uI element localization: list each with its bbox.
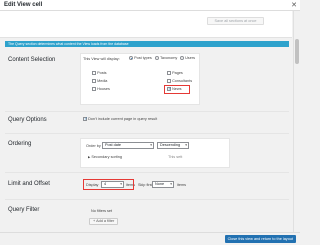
dialog-footer: Close this view and return to the layout xyxy=(0,232,300,245)
dialog-title: Edit View cell xyxy=(4,2,43,8)
mode-users[interactable]: Users xyxy=(180,56,195,60)
scrollbar[interactable] xyxy=(293,11,300,232)
news-highlight xyxy=(164,85,190,94)
checkbox-consultants[interactable] xyxy=(167,79,171,83)
items-label-2: items xyxy=(177,183,187,187)
post-type-consultants[interactable]: Consultants xyxy=(167,79,192,83)
plus-icon: + xyxy=(93,219,96,223)
post-type-media[interactable]: Media xyxy=(92,79,107,83)
query-options-label: Query Options xyxy=(8,117,47,123)
divider xyxy=(5,199,289,200)
checkbox-media[interactable] xyxy=(92,79,96,83)
chevron-down-icon: ▾ xyxy=(170,182,172,186)
radio-post-types[interactable] xyxy=(129,56,133,60)
save-all-button[interactable]: Save all sections at once xyxy=(207,17,264,25)
ordering-hint: This sett xyxy=(168,155,183,159)
skip-count-select[interactable]: None ▾ xyxy=(152,181,174,188)
order-direction-select[interactable]: Descending ▾ xyxy=(157,142,189,149)
close-icon[interactable]: ✕ xyxy=(291,1,297,9)
mode-post-types[interactable]: Post types xyxy=(129,56,152,60)
top-toolbar: Save all sections at once xyxy=(0,11,292,38)
display-label: This View will display: xyxy=(83,57,120,61)
divider xyxy=(5,111,289,112)
order-field-select[interactable]: Post date ▾ xyxy=(102,142,154,149)
checkbox-exclude-current[interactable] xyxy=(83,116,88,122)
chevron-down-icon: ▾ xyxy=(150,143,152,147)
scrollbar-thumb[interactable] xyxy=(295,39,299,64)
radio-taxonomy[interactable] xyxy=(155,56,159,60)
post-type-pages[interactable]: Pages xyxy=(167,71,183,75)
post-type-posts[interactable]: Posts xyxy=(92,71,107,75)
no-filters-text: No filters set xyxy=(91,209,113,213)
triangle-right-icon: ▶ xyxy=(88,155,91,159)
post-type-houses[interactable]: Houses xyxy=(92,87,110,91)
skip-first-label: Skip first xyxy=(138,183,153,187)
divider xyxy=(5,172,289,173)
ordering-label: Ordering xyxy=(8,141,32,147)
radio-users[interactable] xyxy=(180,56,184,60)
content-selection-label: Content Selection xyxy=(8,57,56,63)
checkbox-posts[interactable] xyxy=(92,71,96,75)
divider xyxy=(5,133,289,134)
add-filter-button[interactable]: + Add a filter xyxy=(89,218,119,225)
close-and-return-button[interactable]: Close this view and return to the layout xyxy=(224,235,296,243)
query-filter-label: Query Filter xyxy=(8,207,40,213)
exclude-current-option[interactable]: Don't include current page in query resu… xyxy=(83,116,157,122)
mode-taxonomy[interactable]: Taxonomy xyxy=(155,56,177,60)
dialog-titlebar: Edit View cell ✕ xyxy=(0,0,300,11)
limit-offset-label: Limit and Offset xyxy=(8,181,50,187)
checkbox-pages[interactable] xyxy=(167,71,171,75)
chevron-down-icon: ▾ xyxy=(185,143,187,147)
display-highlight xyxy=(83,179,134,190)
secondary-sorting-toggle[interactable]: ▶ Secondary sorting xyxy=(88,155,122,159)
checkbox-houses[interactable] xyxy=(92,87,96,91)
order-by-label: Order by xyxy=(86,144,101,148)
info-banner: The Query section determines what conten… xyxy=(5,41,289,47)
